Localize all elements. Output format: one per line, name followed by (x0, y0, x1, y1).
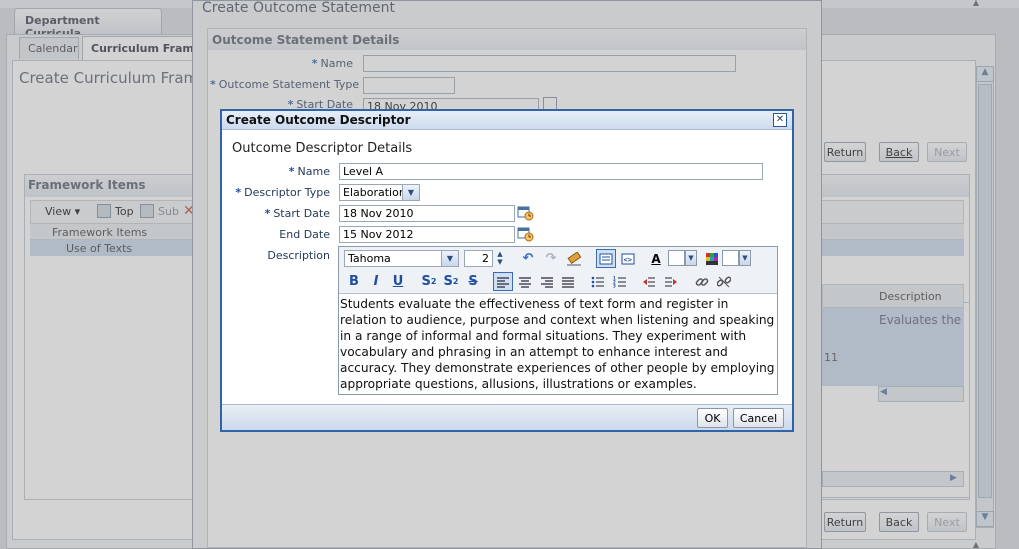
font-size-input[interactable]: 2 (464, 250, 493, 267)
font-color-chevron-down-icon[interactable]: ▼ (685, 250, 697, 266)
svg-text:3: 3 (613, 283, 616, 288)
font-color-icon[interactable]: A (646, 249, 666, 268)
close-icon[interactable]: ✕ (773, 113, 787, 127)
link-icon[interactable] (692, 272, 712, 291)
start-date-input[interactable]: 18 Nov 2010 (339, 205, 515, 222)
outdent-icon[interactable] (639, 272, 659, 291)
font-color-swatch[interactable] (668, 250, 685, 266)
superscript-icon[interactable]: S2 (441, 272, 461, 291)
dialog-title: Create Outcome Descriptor (226, 113, 411, 127)
end-date-label: End Date (279, 228, 330, 241)
description-textarea[interactable]: Students evaluate the effectiveness of t… (340, 296, 776, 394)
unlink-icon[interactable] (714, 272, 734, 291)
align-justify-icon[interactable] (558, 272, 578, 291)
rich-mode-icon[interactable] (596, 249, 616, 268)
name-label: * Name (288, 165, 330, 178)
italic-icon[interactable]: I (366, 272, 386, 291)
bold-icon[interactable]: B (344, 272, 364, 291)
undo-icon[interactable]: ↶ (518, 249, 538, 268)
background-color-swatch[interactable] (722, 250, 739, 266)
description-label: Description (267, 249, 330, 262)
bulleted-list-icon[interactable] (588, 272, 608, 291)
align-left-icon[interactable] (493, 272, 513, 291)
source-mode-icon[interactable]: <> (618, 249, 638, 268)
eraser-icon[interactable] (564, 249, 584, 268)
background-color-chevron-down-icon[interactable]: ▼ (739, 250, 751, 266)
calendar-icon (517, 227, 534, 242)
start-date-label: * Start Date (264, 207, 330, 220)
underline-icon[interactable]: U (388, 272, 408, 291)
background-color-icon[interactable] (702, 249, 722, 268)
align-center-icon[interactable] (515, 272, 535, 291)
ok-button[interactable]: OK (697, 408, 728, 428)
indent-icon[interactable] (661, 272, 681, 291)
start-date-calendar-icon[interactable] (517, 205, 534, 221)
chevron-down-icon[interactable]: ▼ (402, 185, 419, 200)
calendar-icon (517, 206, 534, 221)
align-right-icon[interactable] (537, 272, 557, 291)
redo-icon[interactable]: ↷ (541, 249, 561, 268)
font-chevron-down-icon[interactable]: ▼ (441, 251, 458, 266)
end-date-calendar-icon[interactable] (517, 226, 534, 242)
size-spinner-icon[interactable]: ▲ ▼ (494, 250, 506, 267)
cancel-button[interactable]: Cancel (733, 408, 784, 428)
subscript-icon[interactable]: S2 (419, 272, 439, 291)
section-title: Outcome Descriptor Details (232, 141, 413, 156)
descriptor-type-label: * Descriptor Type (235, 186, 330, 199)
numbered-list-icon[interactable]: 123 (610, 272, 630, 291)
svg-text:<>: <> (624, 256, 632, 264)
name-input[interactable]: Level A (339, 163, 763, 180)
end-date-input[interactable]: 15 Nov 2012 (339, 226, 515, 243)
strikethrough-icon[interactable]: S (463, 272, 483, 291)
